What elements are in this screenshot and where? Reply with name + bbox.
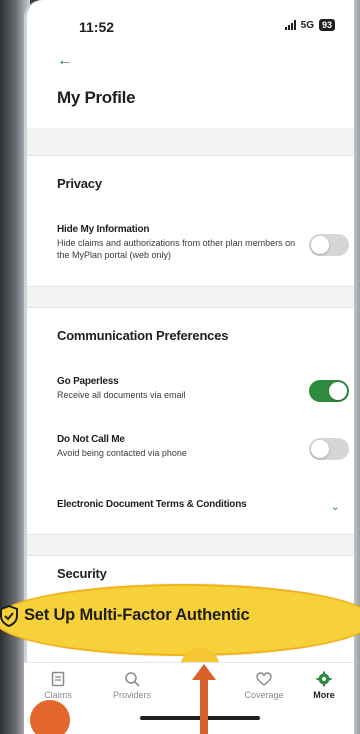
section-divider bbox=[27, 286, 354, 308]
signal-icon bbox=[284, 20, 296, 30]
hide-info-toggle[interactable] bbox=[309, 234, 349, 256]
nav-label: Claims bbox=[44, 690, 72, 700]
status-time: 11:52 bbox=[79, 19, 115, 35]
nav-label: Providers bbox=[112, 690, 151, 700]
nav-providers[interactable]: Providers bbox=[102, 671, 162, 700]
terms-link[interactable]: Electronic Document Terms & Conditions bbox=[57, 499, 247, 510]
go-paperless-title: Go Paperless bbox=[57, 376, 119, 387]
network-label: 5G bbox=[300, 19, 314, 31]
shield-check-icon bbox=[0, 605, 18, 627]
hide-info-description: Hide claims and authorizations from othe… bbox=[57, 238, 296, 260]
status-indicators: 5G 93 bbox=[284, 19, 335, 31]
go-paperless-toggle[interactable] bbox=[309, 380, 349, 402]
search-icon bbox=[125, 672, 140, 687]
back-arrow-icon[interactable]: ← bbox=[57, 52, 73, 70]
nav-coverage[interactable]: Coverage bbox=[234, 671, 294, 700]
bottom-nav: Claims Providers Coverage More bbox=[24, 662, 354, 734]
nav-claims[interactable]: Claims bbox=[28, 671, 88, 700]
section-divider bbox=[27, 534, 354, 556]
annotation-arrow-shaft bbox=[200, 676, 208, 734]
do-not-call-description: Avoid being contacted via phone bbox=[57, 448, 187, 458]
do-not-call-toggle[interactable] bbox=[309, 438, 349, 460]
go-paperless-description: Receive all documents via email bbox=[57, 390, 186, 400]
do-not-call-title: Do Not Call Me bbox=[57, 434, 125, 445]
step-badge bbox=[30, 700, 70, 734]
communication-section-title: Communication Preferences bbox=[57, 328, 229, 343]
page-title: My Profile bbox=[57, 88, 136, 107]
privacy-section-title: Privacy bbox=[57, 176, 102, 191]
chevron-down-icon[interactable]: ⌄ bbox=[331, 500, 340, 513]
status-bar: 11:52 5G 93 bbox=[27, 0, 354, 52]
mfa-setup-label[interactable]: Set Up Multi-Factor Authentic bbox=[24, 606, 250, 625]
nav-more[interactable]: More bbox=[294, 671, 354, 700]
nav-label: More bbox=[313, 690, 335, 700]
heart-icon bbox=[256, 672, 272, 686]
nav-label: Coverage bbox=[244, 690, 284, 700]
gear-icon bbox=[316, 671, 332, 687]
section-divider bbox=[27, 128, 354, 156]
battery-icon: 93 bbox=[318, 19, 335, 31]
document-icon bbox=[51, 671, 65, 687]
security-section-title: Security bbox=[57, 566, 107, 581]
hide-info-title: Hide My Information bbox=[57, 224, 150, 235]
